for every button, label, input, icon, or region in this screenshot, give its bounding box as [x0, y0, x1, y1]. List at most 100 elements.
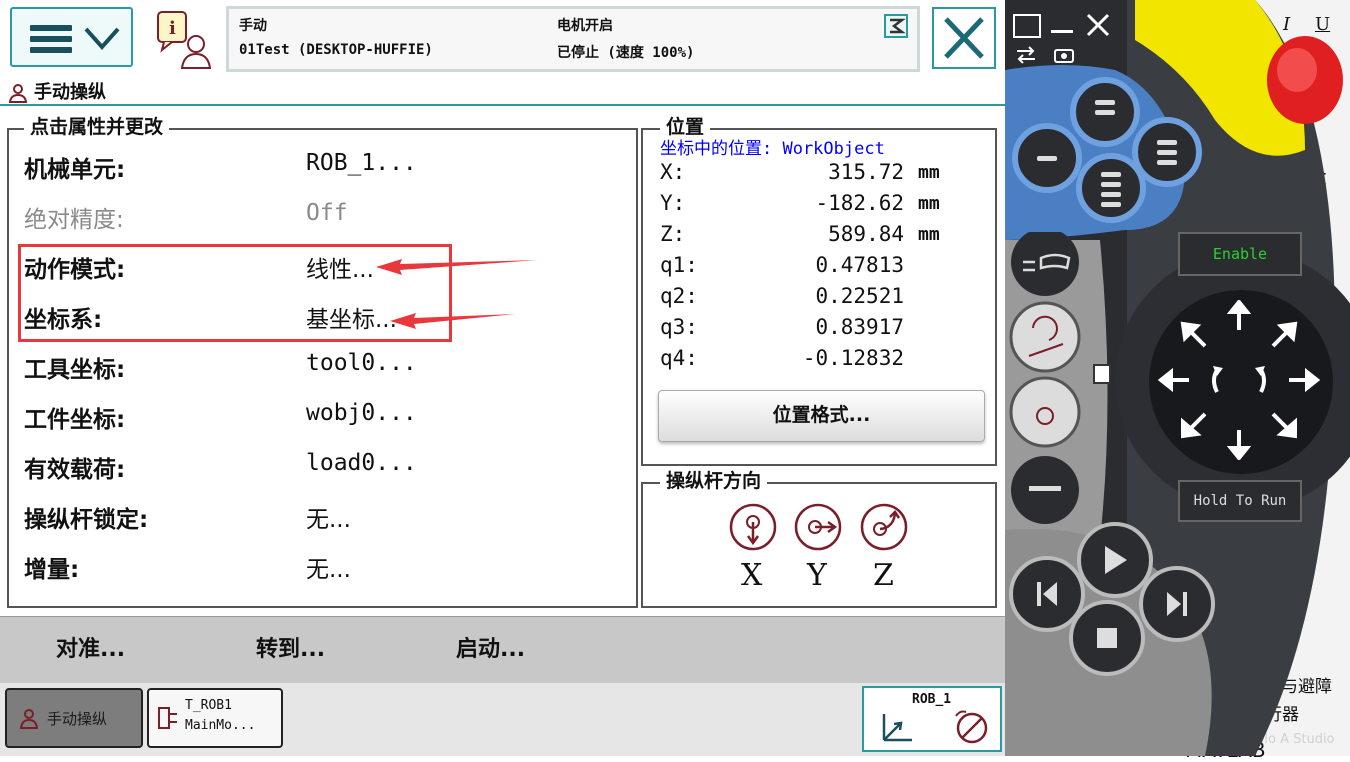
arrow-icon — [376, 259, 538, 275]
programmable-keys — [1012, 77, 1202, 223]
step-backward-button[interactable] — [1011, 558, 1083, 630]
enable-button[interactable]: Enable — [1178, 232, 1302, 276]
start-button[interactable] — [1079, 524, 1151, 596]
joystick-direction-title: 操纵杆方向 — [660, 470, 768, 492]
position-value: 0.22521 — [815, 284, 904, 308]
prop-workobject[interactable]: 工件坐标: wobj0... — [24, 396, 614, 436]
position-row-q4: q4: -0.12832 — [660, 346, 950, 374]
axis-toggle-button[interactable] — [1011, 378, 1079, 446]
prop-value: wobj0... — [306, 400, 417, 426]
position-row-y: Y: -182.62 mm — [660, 191, 950, 219]
restore-icon[interactable] — [1013, 14, 1041, 38]
goto-button[interactable]: 转到... — [256, 631, 325, 663]
position-value: -182.62 — [815, 191, 904, 215]
jogging-icon — [8, 84, 28, 103]
position-value: -0.12832 — [802, 346, 904, 370]
position-key: X: — [660, 160, 686, 184]
prop-mechanical-unit[interactable]: 机械单元: ROB_1... — [24, 146, 614, 186]
increment-off-icon — [955, 710, 988, 744]
status-bar[interactable]: 手动 01Test (DESKTOP-HUFFIE) 电机开启 已停止 (速度 … — [226, 6, 920, 72]
position-unit: mm — [918, 162, 940, 183]
position-value: 0.83917 — [815, 315, 904, 339]
pendant-hardware: Enable Hold To Run — [1005, 0, 1350, 756]
position-format-button[interactable]: 位置格式... — [658, 390, 985, 442]
position-key: q4: — [660, 346, 698, 370]
close-icon — [944, 17, 984, 59]
position-row-x: X: 315.72 mm — [660, 160, 950, 188]
window-title: 手动操纵 — [8, 78, 106, 103]
prop-label: 有效载荷: — [24, 457, 126, 483]
prop-value: 无... — [306, 557, 351, 583]
prop-increment[interactable]: 增量: 无... — [24, 546, 614, 586]
chevron-down-icon — [84, 27, 120, 51]
position-value: 589.84 — [828, 222, 904, 246]
task-label-line1: T_ROB1 — [185, 698, 232, 713]
prop-label: 机械单元: — [24, 157, 126, 183]
jog-unit-toggle-button[interactable] — [1013, 232, 1081, 300]
operating-mode: 手动 — [239, 18, 267, 34]
prop-label: 操纵杆锁定: — [24, 507, 149, 533]
main-menu-button[interactable] — [10, 7, 133, 67]
motor-state: 电机开启 — [557, 18, 613, 34]
position-key: q1: — [660, 253, 698, 277]
position-row-q1: q1: 0.47813 — [660, 253, 950, 281]
position-subtitle: 坐标中的位置: WorkObject — [660, 139, 885, 159]
arrow-icon — [390, 313, 516, 329]
prop-value: tool0... — [306, 350, 417, 376]
quickset-icon[interactable] — [884, 14, 908, 38]
usb-port-icon — [1093, 364, 1111, 384]
joystick-axis-z: Z — [873, 558, 894, 593]
position-value: 0.47813 — [815, 253, 904, 277]
jogging-icon — [19, 709, 39, 729]
prop-joystick-lock[interactable]: 操纵杆锁定: 无... — [24, 496, 614, 536]
program-state: 已停止 (速度 100%) — [557, 45, 695, 61]
task-label: 手动操纵 — [47, 710, 108, 728]
properties-group-title: 点击属性并更改 — [24, 116, 170, 138]
prop-tool[interactable]: 工具坐标: tool0... — [24, 346, 614, 386]
event-log-icon[interactable]: i — [152, 8, 214, 72]
joystick-dir-x-icon — [729, 503, 777, 551]
prop-value: 无... — [306, 507, 351, 533]
activate-button[interactable]: 启动... — [456, 631, 525, 663]
mechanical-unit-quickset[interactable]: ROB_1 — [862, 686, 1002, 752]
position-key: q2: — [660, 284, 698, 308]
position-row-z: Z: 589.84 mm — [660, 222, 950, 250]
command-bar: 对准... 转到... 启动... — [0, 616, 1005, 684]
position-row-q2: q2: 0.22521 — [660, 284, 950, 312]
position-row-q3: q3: 0.83917 — [660, 315, 950, 343]
flexpendant-screen: i 手动 01Test (DESKTOP-HUFFIE) 电机开启 已停止 (速… — [0, 0, 1005, 756]
joystick-axis-x: X — [741, 558, 763, 593]
joystick-axis-y: Y — [807, 558, 827, 593]
controller-name: 01Test (DESKTOP-HUFFIE) — [239, 42, 433, 58]
increment-toggle-button[interactable] — [1011, 456, 1079, 524]
prop-label: 增量: — [24, 557, 80, 583]
prop-label: 绝对精度: — [24, 207, 124, 233]
hold-to-run-button[interactable]: Hold To Run — [1178, 480, 1302, 522]
motion-mode-toggle-button[interactable] — [1011, 303, 1079, 371]
base-frame-icon — [882, 714, 912, 742]
position-key: q3: — [660, 315, 698, 339]
close-window-icon[interactable] — [1085, 12, 1111, 38]
joystick[interactable] — [1155, 300, 1325, 460]
joystick-dir-y-icon — [794, 503, 842, 551]
position-key: Z: — [660, 222, 686, 246]
joystick-dir-z-icon — [860, 503, 908, 551]
prop-value: ROB_1... — [306, 150, 417, 176]
prop-label: 工件坐标: — [24, 407, 126, 433]
task-program[interactable]: T_ROB1 MainMo... — [147, 688, 283, 748]
swap-icon[interactable] — [1015, 46, 1037, 64]
step-forward-button[interactable] — [1141, 568, 1213, 640]
prop-absolute-accuracy: 绝对精度: Off — [24, 196, 614, 236]
align-button[interactable]: 对准... — [56, 631, 125, 663]
position-unit: mm — [918, 224, 940, 245]
stop-button[interactable] — [1071, 602, 1143, 674]
title-divider — [0, 104, 1005, 106]
prop-payload[interactable]: 有效载荷: load0... — [24, 446, 614, 486]
position-value: 315.72 — [828, 160, 904, 184]
program-editor-icon — [158, 707, 177, 729]
minimize-icon[interactable] — [1051, 30, 1073, 33]
task-jogging[interactable]: 手动操纵 — [5, 688, 143, 748]
top-bar: i 手动 01Test (DESKTOP-HUFFIE) 电机开启 已停止 (速… — [0, 0, 1005, 76]
close-button[interactable] — [932, 7, 996, 69]
screenshot-icon[interactable] — [1053, 46, 1075, 64]
